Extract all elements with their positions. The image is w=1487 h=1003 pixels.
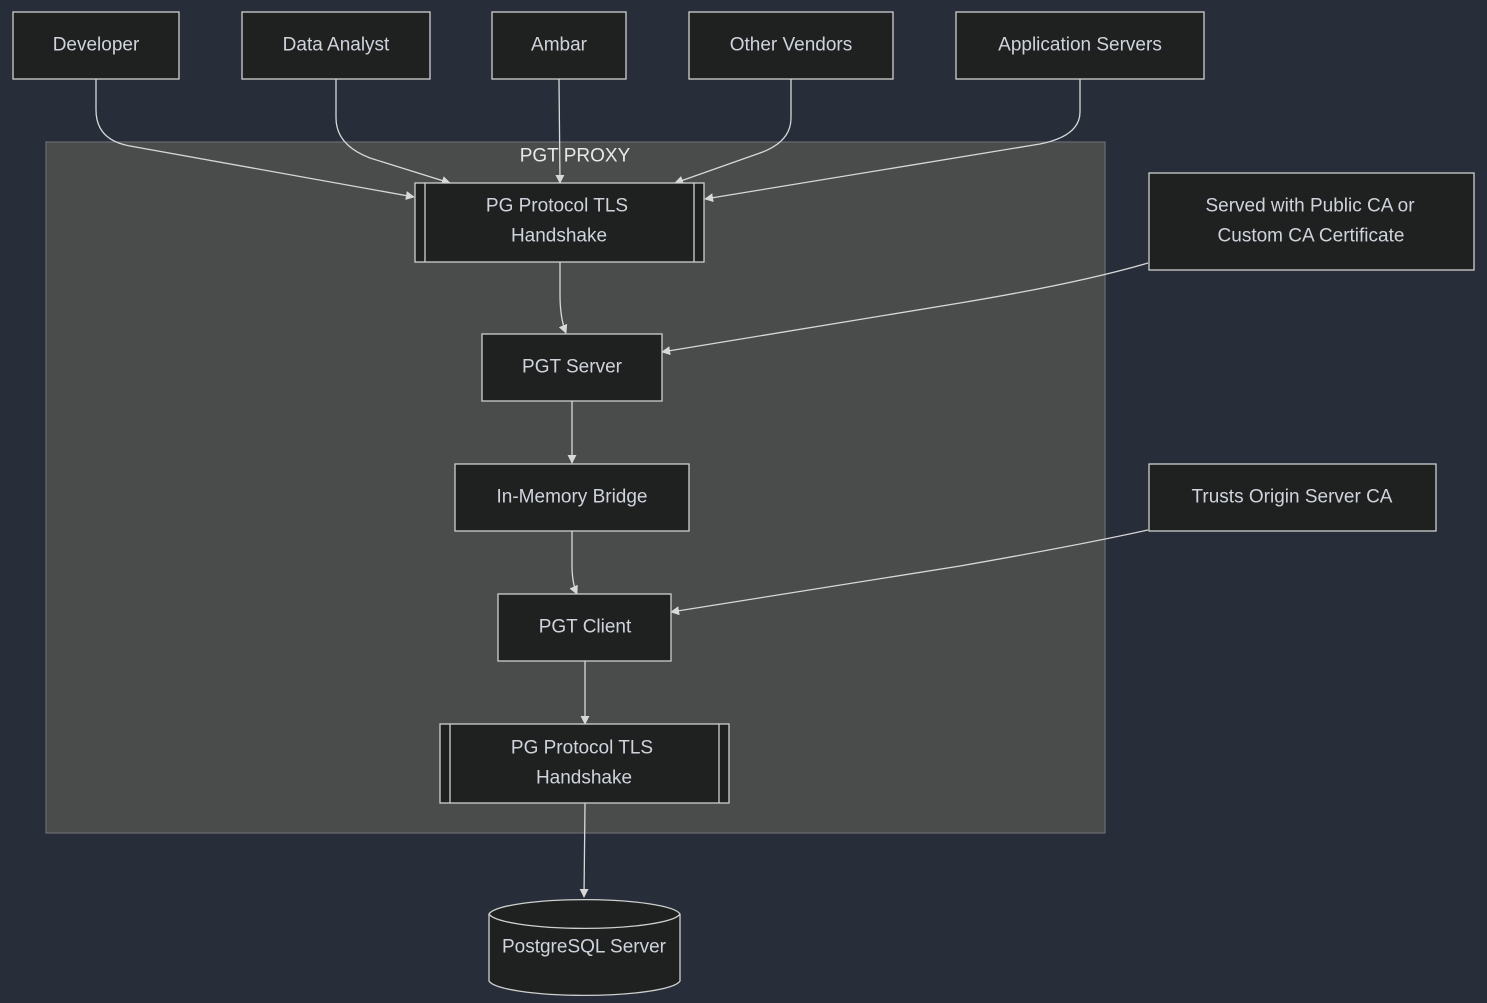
node-postgresql-server[interactable]: PostgreSQL Server — [488, 898, 681, 997]
node-label: In-Memory Bridge — [497, 487, 648, 508]
node-label: PostgreSQL Server — [502, 937, 667, 958]
node-label: PGT Server — [522, 357, 623, 378]
node-ambar[interactable]: Ambar — [491, 11, 627, 80]
node-trusts-origin-server-ca[interactable]: Trusts Origin Server CA — [1148, 463, 1437, 532]
node-other-vendors[interactable]: Other Vendors — [688, 11, 894, 80]
node-label: Trusts Origin Server CA — [1192, 487, 1393, 508]
diagram-canvas: PGT PROXY Developer Data Analyst Ambar O… — [12, 11, 1475, 997]
cluster-label: PGT PROXY — [520, 146, 631, 167]
node-label: Other Vendors — [730, 35, 853, 56]
node-label-line-1: PG Protocol TLS — [511, 738, 653, 759]
node-pgt-server[interactable]: PGT Server — [481, 333, 663, 402]
node-developer[interactable]: Developer — [12, 11, 180, 80]
node-tls-handshake-out[interactable]: PG Protocol TLS Handshake — [439, 723, 730, 804]
node-label-line-2: Handshake — [536, 768, 632, 789]
node-label-line-2: Custom CA Certificate — [1218, 226, 1405, 247]
node-label: Application Servers — [998, 35, 1162, 56]
node-label: Data Analyst — [283, 35, 390, 56]
node-application-servers[interactable]: Application Servers — [955, 11, 1205, 80]
node-pgt-client[interactable]: PGT Client — [497, 593, 672, 662]
node-label-line-1: Served with Public CA or — [1205, 196, 1415, 217]
node-label: Developer — [53, 35, 140, 56]
node-label: PGT Client — [539, 617, 632, 638]
node-label-line-1: PG Protocol TLS — [486, 196, 628, 217]
node-label-line-2: Handshake — [511, 226, 607, 247]
node-data-analyst[interactable]: Data Analyst — [241, 11, 431, 80]
node-tls-handshake-in[interactable]: PG Protocol TLS Handshake — [414, 182, 705, 263]
node-public-ca-certificate[interactable]: Served with Public CA or Custom CA Certi… — [1148, 172, 1475, 271]
node-in-memory-bridge[interactable]: In-Memory Bridge — [454, 463, 690, 532]
node-label: Ambar — [531, 35, 588, 56]
